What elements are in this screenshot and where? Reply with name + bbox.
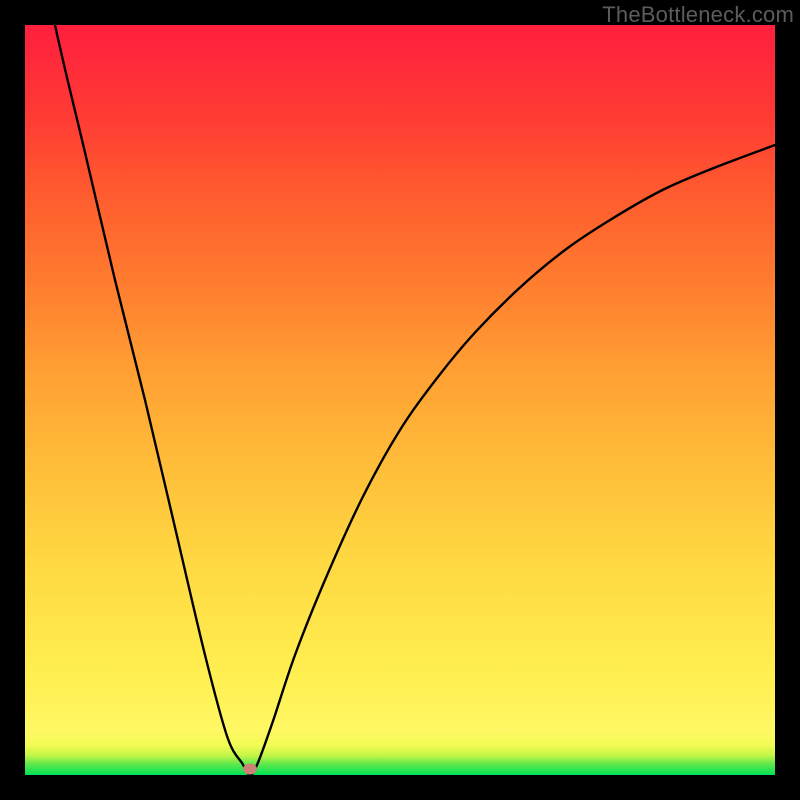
- chart-plot-area: [25, 25, 775, 775]
- watermark-text: TheBottleneck.com: [602, 2, 794, 28]
- chart-frame: [25, 25, 775, 775]
- bottleneck-curve: [25, 25, 775, 775]
- minimum-marker: [243, 764, 257, 775]
